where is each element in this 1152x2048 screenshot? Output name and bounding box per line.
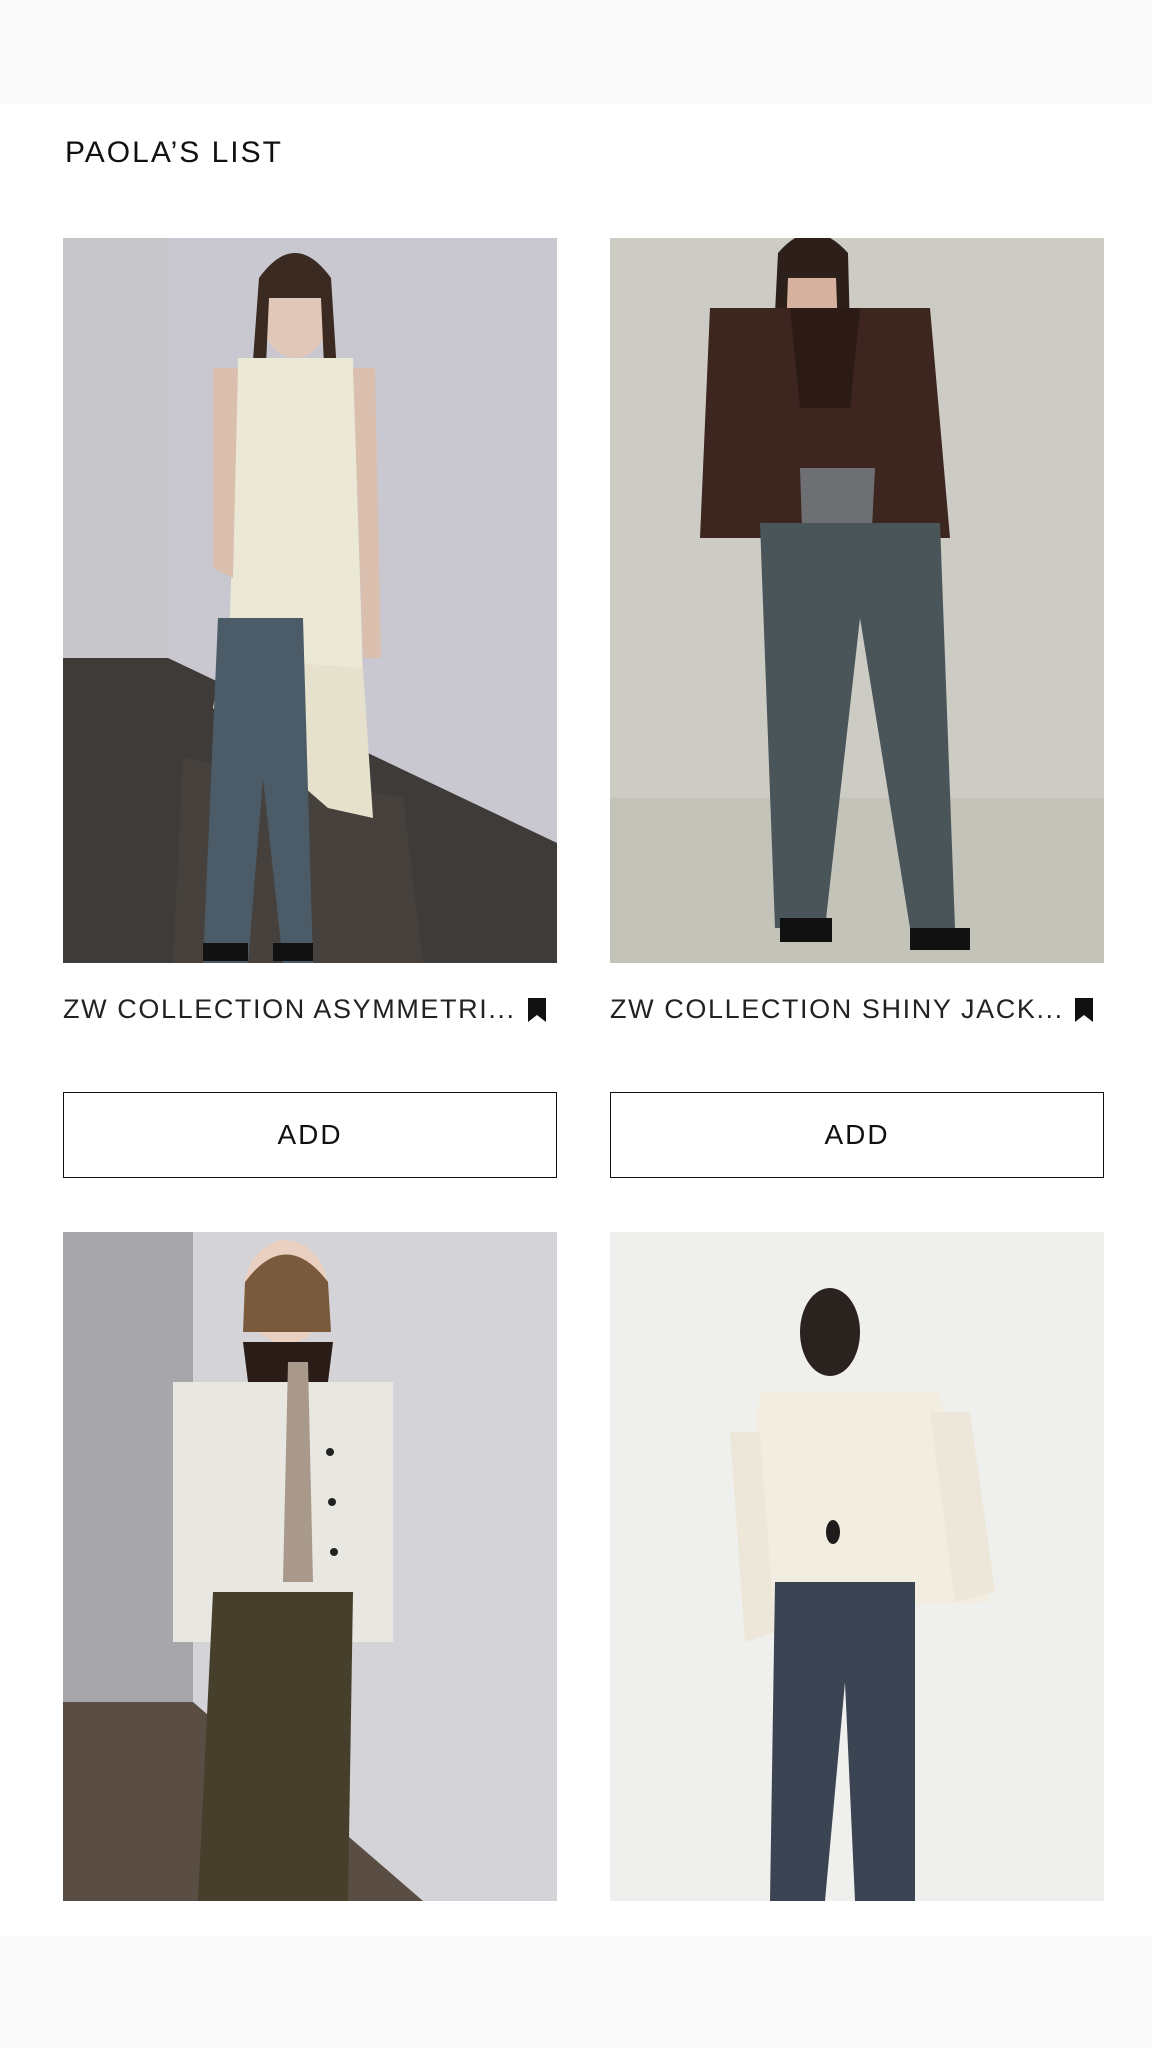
product-card xyxy=(610,1232,1104,1901)
product-card xyxy=(63,1232,557,1901)
product-photo-shiny-jacket xyxy=(610,238,1104,963)
add-button[interactable]: ADD xyxy=(610,1092,1104,1178)
bookmark-icon[interactable] xyxy=(1072,996,1096,1024)
bookmark-icon[interactable] xyxy=(525,996,549,1024)
product-photo-ruffle-blouse xyxy=(610,1232,1104,1901)
product-name[interactable]: ZW COLLECTION ASYMMETRI... xyxy=(63,994,516,1025)
product-name[interactable]: ZW COLLECTION SHINY JACK... xyxy=(610,994,1064,1025)
add-button[interactable]: ADD xyxy=(63,1092,557,1178)
product-photo-cream-jacket xyxy=(63,1232,557,1901)
product-image[interactable] xyxy=(63,1232,557,1901)
product-photo-satin-slip-dress xyxy=(63,238,557,963)
product-card: ZW COLLECTION ASYMMETRI... ADD xyxy=(63,238,557,1178)
product-card: ZW COLLECTION SHINY JACK... ADD xyxy=(610,238,1104,1178)
product-image[interactable] xyxy=(610,1232,1104,1901)
product-image[interactable] xyxy=(610,238,1104,963)
product-image[interactable] xyxy=(63,238,557,963)
list-title: PAOLA’S LIST xyxy=(65,136,283,169)
